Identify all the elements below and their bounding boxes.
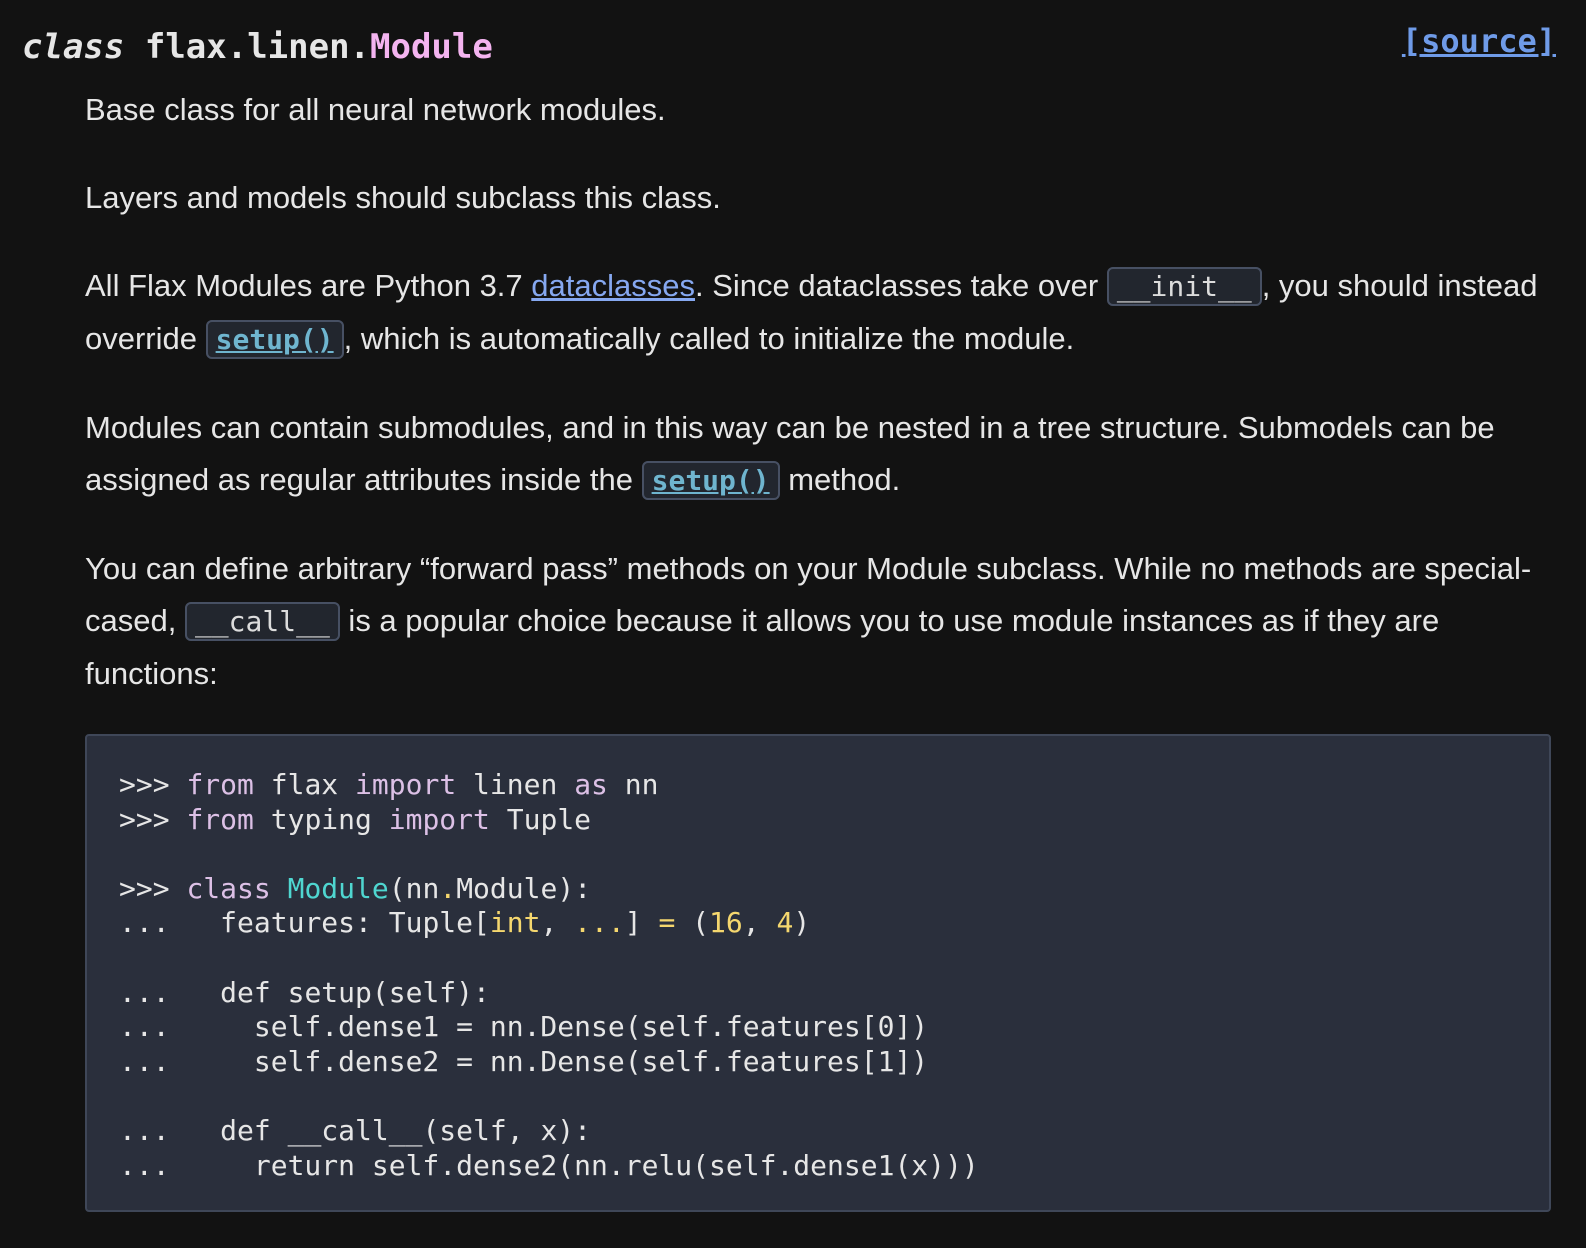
code-token: . — [439, 871, 457, 905]
code-token: = — [658, 906, 676, 940]
code-token: , — [742, 906, 777, 940]
code-token: ) — [793, 906, 811, 940]
code-token: ] — [624, 906, 659, 940]
text: All Flax Modules are Python 3.7 — [85, 268, 532, 303]
code-token: from — [186, 802, 254, 836]
code-token: 16 — [709, 906, 743, 940]
code-token: as — [574, 768, 608, 801]
setup-xref-link[interactable]: setup() — [205, 320, 344, 359]
doc-paragraph-4: Modules can contain submodules, and in t… — [85, 402, 1560, 507]
class-name: Module — [370, 27, 493, 67]
code-line: >>> from typing import Tuple — [119, 803, 979, 838]
code-token: ... — [574, 906, 625, 940]
code-token: ... — [119, 1010, 254, 1044]
code-token: linen — [456, 768, 575, 801]
code-line: >>> from flax import linen as nn — [119, 768, 979, 803]
setup-xref-link[interactable]: setup() — [641, 461, 780, 500]
code-token: >>> — [119, 768, 187, 801]
class-signature: class flax.linen.Module — [22, 24, 493, 70]
code-token: def __call__(self, x): — [220, 1113, 592, 1147]
text: method. — [779, 462, 901, 497]
text: . Since dataclasses take over — [695, 268, 1107, 303]
doc-paragraph-3: All Flax Modules are Python 3.7 dataclas… — [85, 260, 1560, 366]
code-token: flax — [253, 768, 356, 801]
code-token: ... — [119, 975, 221, 1009]
code-token: ( — [675, 906, 710, 940]
text: , which is automatically called to initi… — [343, 321, 1075, 356]
code-token: nn — [607, 768, 659, 801]
class-keyword: class — [22, 27, 125, 67]
code-token: Tuple — [489, 802, 592, 836]
code-token: from — [186, 768, 254, 801]
code-line: ... return self.dense2(nn.relu(self.dens… — [119, 1149, 979, 1184]
code-token: return self.dense2(nn.relu(self.dense1(x… — [253, 1148, 979, 1182]
code-line: ... self.dense1 = nn.Dense(self.features… — [119, 1010, 979, 1045]
doc-paragraph-1: Base class for all neural network module… — [85, 92, 666, 127]
code-token: ... — [119, 1044, 254, 1078]
code-token: self.dense1 = nn.Dense(self.features[0]) — [253, 1010, 929, 1044]
code-example-block[interactable]: >>> from flax import linen as nn >>> from… — [85, 734, 1551, 1212]
code-token: ... — [119, 1113, 221, 1147]
code-token: >>> — [119, 802, 187, 836]
code-token: import — [355, 768, 457, 801]
code-token: ... — [119, 906, 221, 940]
code-token: self.dense2 = nn.Dense(self.features[1]) — [253, 1044, 929, 1078]
code-token: int — [489, 906, 541, 940]
code-token: >>> — [119, 871, 187, 905]
code-token: import — [388, 802, 490, 836]
code-line: >>> class Module(nn.Module): — [119, 872, 979, 907]
code-token: Module): — [456, 871, 592, 905]
code-token: typing — [253, 802, 389, 836]
source-link[interactable]: [source] — [1402, 22, 1556, 60]
code-token: (nn — [388, 871, 440, 905]
code-token: class — [186, 871, 271, 905]
init-code: __init__ — [1106, 267, 1262, 306]
code-line: ... def __call__(self, x): — [119, 1114, 979, 1149]
module-path: flax.linen. — [144, 27, 371, 67]
code-line: ... features: Tuple[int, ...] = (16, 4) — [119, 906, 979, 941]
docstring: Base class for all neural network module… — [85, 84, 1560, 736]
code-token: Module — [287, 871, 389, 905]
code-token: , — [540, 906, 575, 940]
doc-paragraph-5: You can define arbitrary “forward pass” … — [85, 543, 1560, 700]
code-token: def setup(self): — [220, 975, 490, 1009]
code-token: ... — [119, 1148, 254, 1182]
code-token: 4 — [776, 906, 794, 940]
call-code: __call__ — [184, 602, 340, 641]
dataclasses-link[interactable]: dataclasses — [531, 268, 695, 303]
code-example: >>> from flax import linen as nn >>> from… — [119, 768, 979, 1183]
code-line: ... def setup(self): — [119, 976, 979, 1011]
doc-paragraph-2: Layers and models should subclass this c… — [85, 180, 721, 215]
code-token: features: Tuple[ — [220, 906, 490, 940]
code-line: ... self.dense2 = nn.Dense(self.features… — [119, 1045, 979, 1080]
